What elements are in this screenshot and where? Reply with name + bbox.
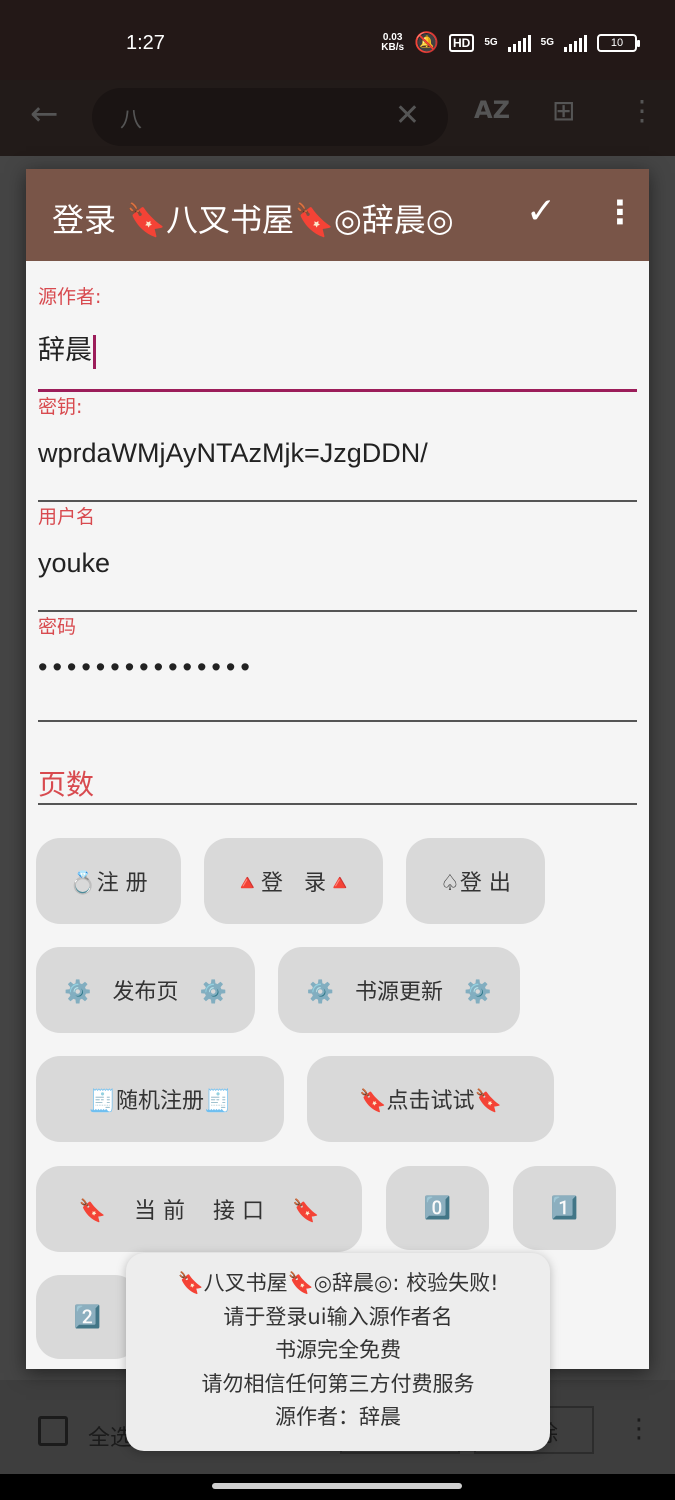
signal-1-icon <box>507 34 531 52</box>
dialog-title: 登录 🔖八叉书屋🔖◎辞晨◎ <box>52 201 454 239</box>
status-icons: 0.03 KB/s 🔕 HD 5G 5G 10 <box>381 30 640 55</box>
field-label: 用户名 <box>38 506 96 528</box>
sim1-type: 5G <box>484 37 498 48</box>
search-field[interactable]: 八 ✕ <box>92 88 448 146</box>
try-click-button[interactable]: 🔖点击试试🔖 <box>307 1056 554 1142</box>
publish-page-button[interactable]: ⚙️ 发布页 ⚙️ <box>36 947 255 1033</box>
app-toolbar: ← 八 ✕ AZ ⊞ ⋮ <box>0 80 675 156</box>
toast-line: 请勿相信任何第三方付费服务 <box>201 1371 475 1396</box>
sim2-type: 5G <box>540 37 554 48</box>
toast-line: 源作者：辞晨 <box>275 1405 401 1429</box>
toast-line: 🔖八叉书屋🔖◎辞晨◎: 校验失败! <box>177 1271 499 1295</box>
toast-message: 🔖八叉书屋🔖◎辞晨◎: 校验失败! 请于登录ui输入源作者名 书源完全免费 请勿… <box>126 1253 550 1451</box>
random-register-button[interactable]: 🧾随机注册🧾 <box>36 1056 284 1142</box>
dialog-header: 登录 🔖八叉书屋🔖◎辞晨◎ ✓ ⋮ <box>26 169 649 261</box>
alarm-off-icon: 🔕 <box>414 32 439 54</box>
toast-line: 书源完全免费 <box>275 1338 401 1362</box>
keycap-2-button[interactable]: 2️⃣ <box>36 1275 139 1359</box>
field-underline <box>38 803 637 805</box>
field-value[interactable]: ••••••••••••••• <box>38 652 255 683</box>
source-update-button[interactable]: ⚙️ 书源更新 ⚙️ <box>278 947 520 1033</box>
select-all-checkbox[interactable] <box>38 1416 68 1446</box>
current-interface-button[interactable]: 🔖 当 前 接 口 🔖 <box>36 1166 362 1252</box>
signal-2-icon <box>564 34 587 52</box>
sort-az-icon[interactable]: AZ <box>474 96 510 124</box>
pages-placeholder[interactable]: 页数 <box>38 763 94 803</box>
confirm-check-icon[interactable]: ✓ <box>526 191 556 232</box>
clock: 1:27 <box>126 32 165 54</box>
field-value[interactable]: wprdaWMjAyNTAzMjk=JzgDDN/ <box>38 438 428 469</box>
text-caret <box>93 334 96 369</box>
toast-line: 请于登录ui输入源作者名 <box>223 1304 453 1329</box>
logout-button[interactable]: ♤登 出 <box>406 838 545 924</box>
home-indicator[interactable] <box>212 1483 462 1489</box>
search-query[interactable]: 八 <box>120 102 142 134</box>
keycap-0-button[interactable]: 0️⃣ <box>386 1166 489 1250</box>
secret-key-field[interactable]: 密钥: wprdaWMjAyNTAzMjk=JzgDDN/ <box>38 392 637 502</box>
register-button[interactable]: 💍注 册 <box>36 838 181 924</box>
more-vert-icon[interactable]: ⋮ <box>604 193 636 231</box>
keycap-1-button[interactable]: 1️⃣ <box>513 1166 616 1250</box>
field-label: 密码 <box>38 616 77 638</box>
more-vert-icon[interactable]: ⋮ <box>628 94 656 127</box>
password-field[interactable]: 密码 ••••••••••••••• <box>38 612 637 722</box>
username-field[interactable]: 用户名 youke <box>38 502 637 612</box>
field-label: 密钥: <box>38 396 83 418</box>
gesture-nav-bar <box>0 1474 675 1500</box>
pages-field[interactable]: 页数 <box>38 751 637 805</box>
more-vert-icon[interactable]: ⋮ <box>626 1414 652 1444</box>
login-button[interactable]: 🔺登 录🔺 <box>204 838 383 924</box>
network-speed: 0.03 KB/s <box>381 31 405 53</box>
field-underline <box>38 720 637 722</box>
field-label: 源作者: <box>38 286 102 308</box>
status-bar: 1:27 0.03 KB/s 🔕 HD 5G 5G 10 <box>0 0 675 80</box>
clear-icon[interactable]: ✕ <box>395 98 420 133</box>
source-author-field[interactable]: 源作者: 辞晨 <box>38 282 637 392</box>
group-tree-icon[interactable]: ⊞ <box>552 94 575 127</box>
battery-icon: 10 <box>597 33 640 52</box>
hd-voice-icon: HD <box>448 33 475 52</box>
field-value[interactable]: 辞晨 <box>38 328 96 369</box>
back-arrow-icon[interactable]: ← <box>30 94 59 134</box>
login-dialog: 登录 🔖八叉书屋🔖◎辞晨◎ ✓ ⋮ 源作者: 辞晨 密钥: wprdaWMjAy… <box>26 169 649 1369</box>
field-value[interactable]: youke <box>38 548 110 579</box>
